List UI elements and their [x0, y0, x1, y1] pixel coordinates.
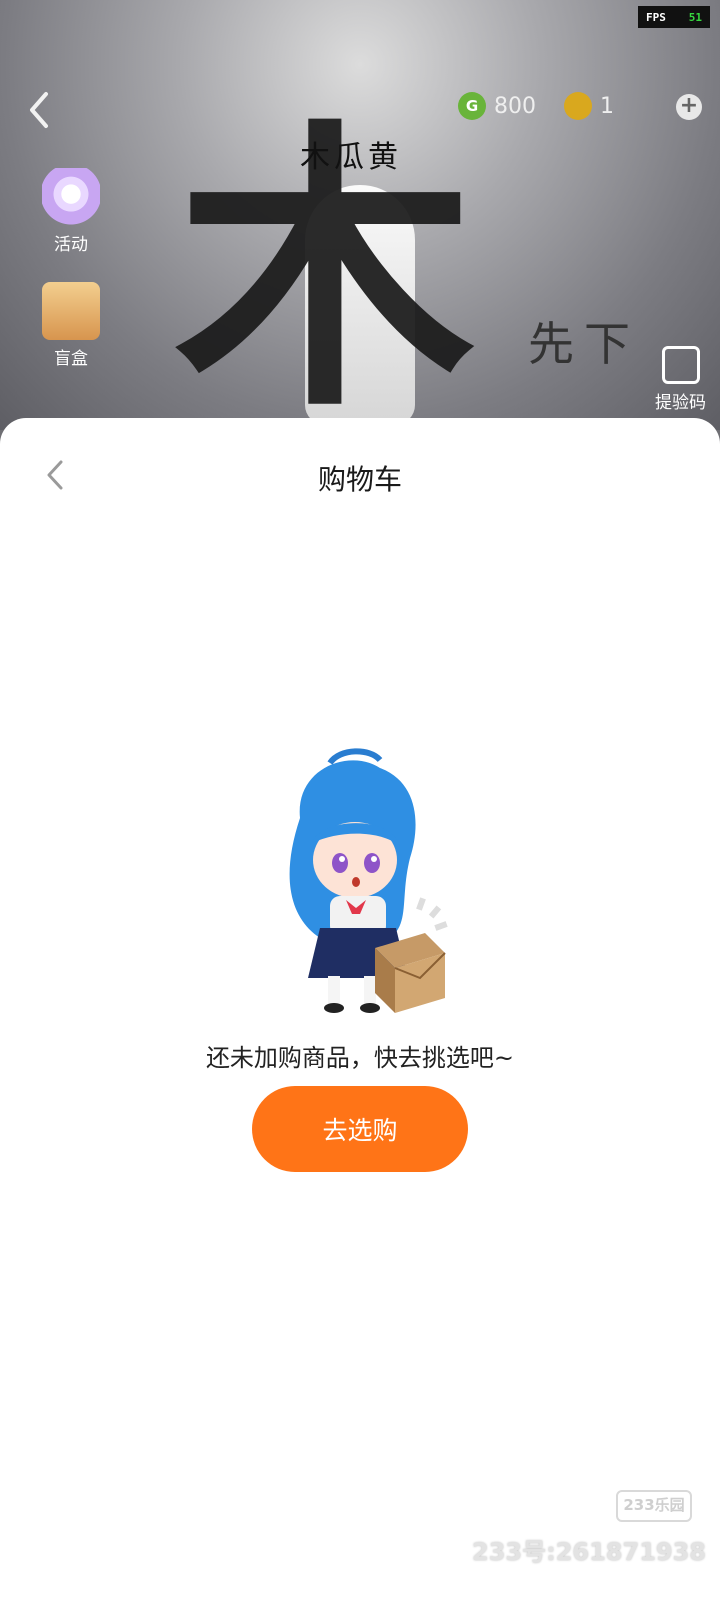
blindbox-button[interactable]: 盲盒	[32, 282, 110, 369]
fps-value: 51	[688, 10, 702, 24]
gold-coin-icon	[564, 92, 592, 120]
currency-green: G 800	[458, 92, 536, 120]
currency-green-amount: 800	[494, 93, 536, 119]
empty-cart-message: 还未加购商品，快去挑选吧~	[205, 1044, 515, 1072]
blindbox-label: 盲盒	[54, 349, 88, 369]
green-coin-icon: G	[458, 92, 486, 120]
currency-gold-amount: 1	[600, 93, 614, 119]
watermark-text: 233号:261871938	[472, 1538, 706, 1566]
fps-counter: FPS 51	[638, 6, 710, 28]
edit-icon	[661, 346, 700, 384]
cart-sheet: 购物车 还未加购商品，快去挑选吧~ 去选购 233乐园 233号:2618719…	[0, 418, 720, 1604]
activity-label: 活动	[54, 235, 88, 255]
activity-button[interactable]: 活动	[32, 168, 110, 255]
code-button[interactable]: 提验码	[655, 346, 706, 413]
game-back-icon[interactable]	[22, 88, 56, 132]
game-scene-background: 木 木瓜黄 先下 FPS 51 G 800 1 + 活动 盲盒 提验码	[0, 0, 720, 430]
code-label: 提验码	[655, 393, 706, 413]
calligraphy-small-text: 木瓜黄	[300, 140, 402, 175]
watermark-logo: 233乐园	[616, 1490, 692, 1522]
go-shopping-button[interactable]: 去选购	[252, 1086, 468, 1172]
gift-box-icon	[42, 282, 100, 340]
fps-label: FPS	[646, 10, 666, 24]
star-icon	[42, 168, 100, 226]
currency-gold: 1	[564, 92, 614, 120]
empty-cart-illustration	[289, 748, 448, 1013]
calligraphy-right-text: 先下	[528, 317, 640, 371]
add-currency-button[interactable]: +	[676, 94, 702, 120]
page-title: 购物车	[317, 463, 402, 496]
